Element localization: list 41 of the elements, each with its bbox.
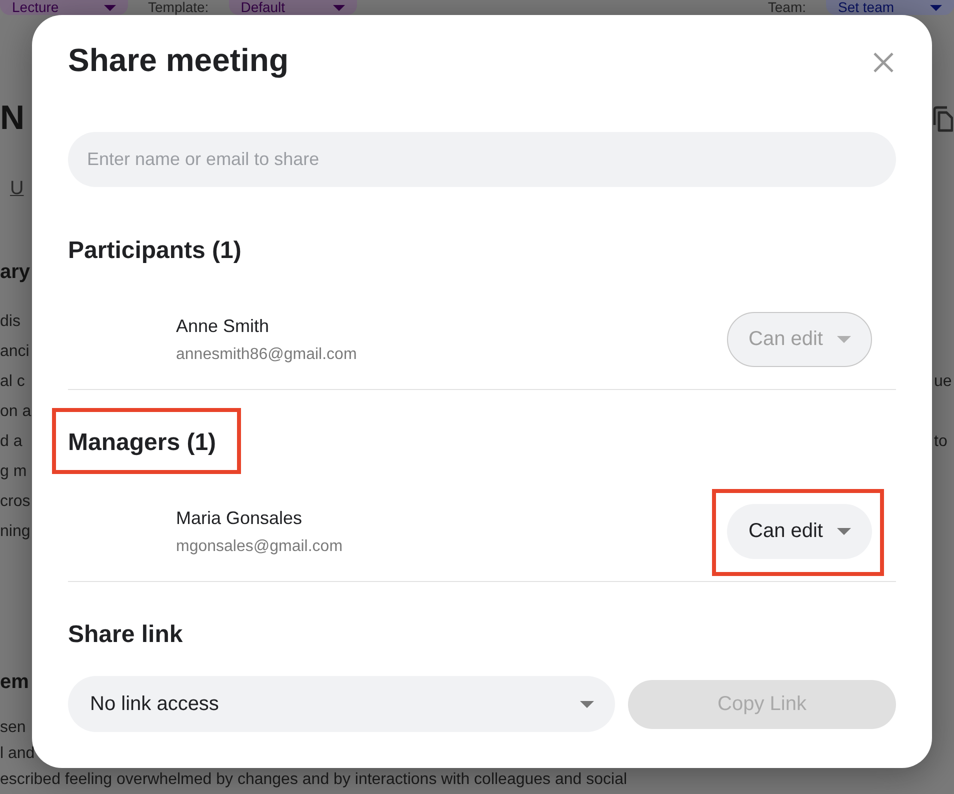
section-heading: Managers (1) xyxy=(68,428,216,458)
paragraph-line: ning xyxy=(0,522,30,542)
paragraph-line: g m xyxy=(0,462,27,482)
paragraph-line: sen xyxy=(0,718,26,738)
paragraph-line: anci xyxy=(0,342,30,362)
paragraph-line: al c xyxy=(0,372,25,392)
dropdown-pill[interactable]: Set team xyxy=(826,0,954,15)
field-label: Team: xyxy=(768,0,806,15)
copy-icon[interactable] xyxy=(933,106,953,132)
section-heading: ary xyxy=(0,260,30,284)
dropdown-pill[interactable]: Lecture xyxy=(0,0,128,15)
document-title: N xyxy=(0,100,25,136)
link-access-dropdown[interactable]: No link access xyxy=(68,676,615,732)
person-email: annesmith86@gmail.com xyxy=(176,344,357,364)
person-name: Maria Gonsales xyxy=(176,506,302,528)
paragraph-line: to xyxy=(934,432,948,452)
permission-dropdown[interactable]: Can edit xyxy=(726,504,872,559)
caret-icon xyxy=(580,700,594,708)
paragraph-line: escribed feeling overwhelmed by changes and by interactions with colleagues and social xyxy=(0,770,628,790)
underline-button[interactable]: U xyxy=(0,178,24,200)
paragraph-line: l and xyxy=(0,744,35,764)
section-heading: Participants (1) xyxy=(68,236,242,266)
caret-icon xyxy=(104,4,116,10)
field-label: Template: xyxy=(148,0,209,15)
paragraph-line: cros xyxy=(0,492,30,512)
section-heading: em xyxy=(0,670,29,694)
paragraph-line: dis xyxy=(0,312,20,332)
caret-icon xyxy=(837,528,851,535)
dialog-title: Share meeting xyxy=(68,41,289,80)
caret-icon xyxy=(837,336,851,343)
close-icon[interactable] xyxy=(873,52,894,72)
person-email: mgonsales@gmail.com xyxy=(176,536,343,556)
caret-icon xyxy=(930,4,942,10)
paragraph-line: on a xyxy=(0,402,32,422)
paragraph-line: d a xyxy=(0,432,22,452)
dropdown-pill[interactable]: Default xyxy=(228,0,357,15)
search-field[interactable]: Enter name or email to share xyxy=(68,132,896,187)
section-heading: Share link xyxy=(68,620,183,650)
person-name: Anne Smith xyxy=(176,314,270,336)
paragraph-line: ue xyxy=(934,372,952,392)
caret-icon xyxy=(332,4,345,10)
